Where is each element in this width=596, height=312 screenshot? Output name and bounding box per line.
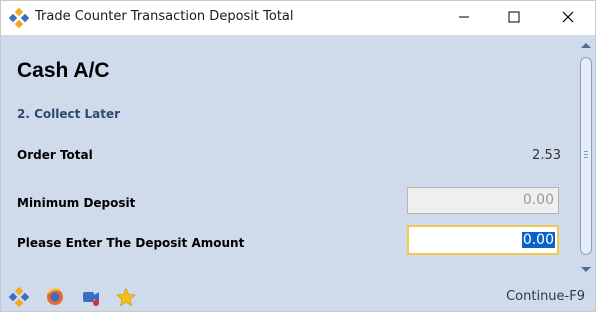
minimum-deposit-field: 0.00 — [407, 187, 559, 214]
scrollbar-grip-line — [584, 154, 588, 155]
star-icon[interactable] — [116, 287, 136, 307]
scroll-down-arrow-icon[interactable] — [581, 267, 591, 272]
collect-option-label: 2. Collect Later — [17, 107, 121, 121]
browser-icon[interactable] — [45, 287, 65, 307]
scrollbar-grip-line — [584, 151, 588, 152]
bottom-toolbar: Continue-F9 — [1, 281, 595, 311]
continue-button[interactable]: Continue-F9 — [506, 289, 585, 304]
scrollbar-grip-line — [584, 157, 588, 158]
deposit-amount-label: Please Enter The Deposit Amount — [17, 236, 245, 250]
vertical-scrollbar[interactable] — [577, 35, 595, 281]
app-logo-icon[interactable] — [9, 287, 29, 307]
order-total-label: Order Total — [17, 148, 93, 162]
maximize-button[interactable] — [491, 1, 537, 33]
account-heading: Cash A/C — [17, 59, 110, 82]
dialog-window: Trade Counter Transaction Deposit Total … — [0, 0, 596, 312]
content-panel: Cash A/C 2. Collect Later Order Total 2.… — [1, 35, 577, 281]
app-logo-icon — [9, 8, 29, 28]
minimum-deposit-label: Minimum Deposit — [17, 196, 136, 210]
deposit-amount-input[interactable]: 0.00 — [407, 225, 559, 255]
recorder-icon[interactable] — [81, 287, 101, 307]
minimize-icon — [459, 16, 469, 18]
window-title: Trade Counter Transaction Deposit Total — [35, 9, 294, 24]
scroll-up-arrow-icon[interactable] — [581, 43, 591, 48]
maximize-icon — [508, 11, 520, 23]
order-total-value: 2.53 — [532, 148, 561, 163]
close-button[interactable] — [545, 1, 591, 33]
scrollbar-thumb[interactable] — [580, 57, 592, 255]
close-icon — [562, 11, 574, 23]
title-bar[interactable]: Trade Counter Transaction Deposit Total — [1, 1, 595, 35]
minimize-button[interactable] — [441, 1, 487, 33]
deposit-amount-selected-text: 0.00 — [521, 232, 555, 248]
